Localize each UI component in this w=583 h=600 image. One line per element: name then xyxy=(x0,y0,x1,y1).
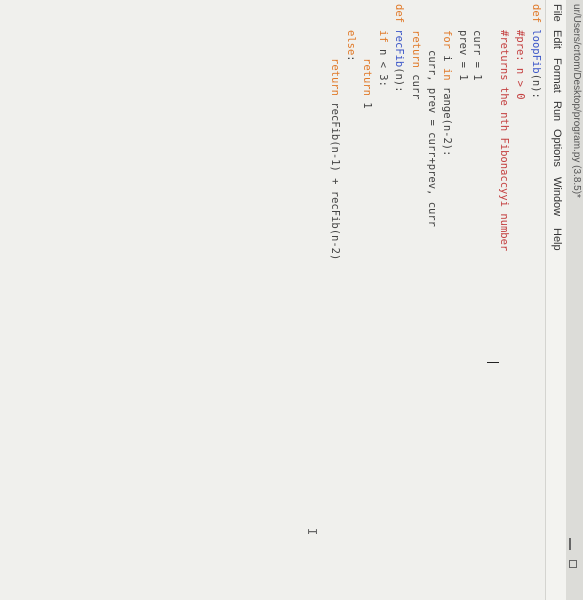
code-line: def loopFib(n): xyxy=(530,4,542,99)
menu-format[interactable]: Format xyxy=(551,58,563,93)
code-line: #returns the nth Fibonaccyyi number xyxy=(498,30,510,252)
code-line: curr, prev = curr+prev, curr xyxy=(426,50,438,228)
code-line: def recFib(n): xyxy=(393,4,405,93)
menu-bar: File Edit Format Run Options Window Help xyxy=(545,0,566,600)
ibeam-cursor-icon: I xyxy=(305,528,319,536)
menu-file[interactable]: File xyxy=(551,4,563,22)
menu-run[interactable]: Run xyxy=(551,101,563,121)
code-line: #pre: n > 0 xyxy=(514,30,526,100)
code-line: for i in range(n-2): xyxy=(441,30,453,157)
menu-edit[interactable]: Edit xyxy=(551,30,563,49)
window-title: ur/Users/crtom/Desktop/program.py (3.8.5… xyxy=(571,4,582,198)
code-line: return 1 xyxy=(361,58,373,109)
code-line: prev = 1 xyxy=(457,30,469,81)
title-bar[interactable]: ur/Users/crtom/Desktop/program.py (3.8.5… xyxy=(565,0,583,600)
text-caret xyxy=(487,362,499,363)
menu-window[interactable]: Window xyxy=(551,177,563,216)
code-line: return recFib(n-1) + recFib(n-2) xyxy=(329,58,341,261)
menu-help[interactable]: Help xyxy=(551,228,563,251)
minimize-icon[interactable] xyxy=(569,538,571,550)
menu-options[interactable]: Options xyxy=(551,129,563,167)
idle-editor-window: ur/Users/crtom/Desktop/program.py (3.8.5… xyxy=(0,0,583,600)
code-line: if n < 3: xyxy=(377,30,389,87)
code-line: curr = 1 xyxy=(471,30,483,81)
code-line: return curr xyxy=(410,30,422,100)
maximize-icon[interactable] xyxy=(569,560,577,568)
code-editor[interactable]: def loopFib(n): #pre: n > 0 #returns the… xyxy=(0,0,545,600)
code-line: else: xyxy=(345,30,357,62)
